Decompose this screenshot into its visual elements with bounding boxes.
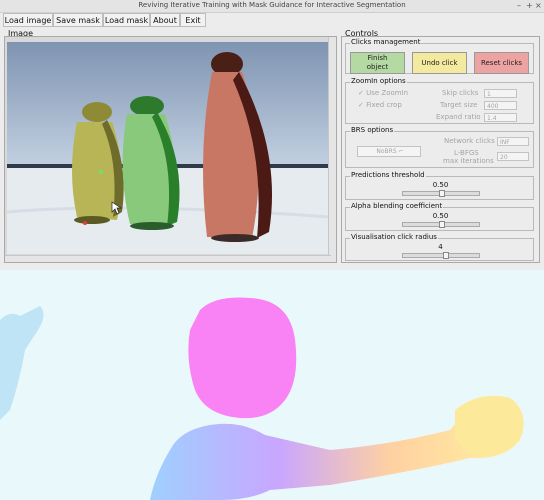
load-image-button[interactable]: Load image xyxy=(3,13,53,27)
about-button[interactable]: About xyxy=(150,13,180,27)
skip-clicks-input[interactable]: 1 xyxy=(484,89,517,98)
network-clicks-label: Network clicks xyxy=(444,137,495,145)
image-panel xyxy=(4,36,337,263)
zoomin-options-title: ZoomIn options xyxy=(350,77,407,85)
alpha-blending-title: Alpha blending coefficient xyxy=(350,202,444,210)
click-radius-group: Visualisation click radius 4 xyxy=(345,233,534,261)
predictions-threshold-group: Predictions threshold 0.50 xyxy=(345,171,534,200)
alpha-blending-value: 0.50 xyxy=(432,212,449,220)
menu-bar: Load image Save mask Load mask About Exi… xyxy=(0,13,544,28)
title-bar: Reviving Iterative Training with Mask Gu… xyxy=(0,0,544,13)
minimize-icon[interactable]: – xyxy=(517,1,521,10)
save-mask-button[interactable]: Save mask xyxy=(53,13,103,27)
horizontal-scrollbar[interactable] xyxy=(5,255,331,262)
brs-mode-select[interactable]: NoBRS ⌐ xyxy=(357,146,421,157)
segmentation-output-image xyxy=(0,270,544,500)
controls-panel: Clicks management Finish object Undo cli… xyxy=(341,36,540,263)
click-radius-slider[interactable] xyxy=(402,252,480,259)
image-canvas[interactable] xyxy=(7,42,329,254)
click-radius-value: 4 xyxy=(438,243,443,251)
expand-ratio-input[interactable]: 1.4 xyxy=(484,113,517,122)
brs-options-title: BRS options xyxy=(350,126,395,134)
slider-handle[interactable] xyxy=(442,252,449,259)
maximize-icon[interactable]: + xyxy=(526,1,533,10)
clicks-management-title: Clicks management xyxy=(350,38,422,46)
expand-ratio-label: Expand ratio xyxy=(436,113,481,121)
lbfgs-iterations-label: max iterations xyxy=(443,157,494,165)
slider-handle[interactable] xyxy=(439,221,445,228)
lbfgs-iterations-input[interactable]: 20 xyxy=(497,152,529,161)
reset-clicks-button[interactable]: Reset clicks xyxy=(474,52,529,74)
slider-handle[interactable] xyxy=(439,190,445,197)
skip-clicks-label: Skip clicks xyxy=(442,89,479,97)
target-size-input[interactable]: 400 xyxy=(484,101,517,110)
predictions-threshold-title: Predictions threshold xyxy=(350,171,426,179)
network-clicks-input[interactable]: INF xyxy=(497,137,529,146)
vertical-scrollbar[interactable] xyxy=(328,37,336,262)
window-title: Reviving Iterative Training with Mask Gu… xyxy=(138,1,406,9)
predictions-threshold-value: 0.50 xyxy=(432,181,449,189)
alpha-blending-group: Alpha blending coefficient 0.50 xyxy=(345,202,534,231)
app-window: Reviving Iterative Training with Mask Gu… xyxy=(0,0,544,270)
clicks-management-group: Clicks management Finish object Undo cli… xyxy=(345,38,534,74)
fixed-crop-checkbox[interactable]: ✓ Fixed crop xyxy=(358,101,402,109)
lbfgs-label: L-BFGS xyxy=(454,149,479,157)
target-size-label: Target size xyxy=(440,101,478,109)
alpha-blending-slider[interactable] xyxy=(402,221,480,228)
exit-button[interactable]: Exit xyxy=(180,13,206,27)
load-mask-button[interactable]: Load mask xyxy=(103,13,150,27)
zoomin-options-group: ZoomIn options ✓ Use ZoomIn ✓ Fixed crop… xyxy=(345,77,534,124)
close-icon[interactable]: × xyxy=(535,1,542,10)
predictions-threshold-slider[interactable] xyxy=(402,190,480,197)
finish-object-button[interactable]: Finish object xyxy=(350,52,405,74)
positive-click-marker xyxy=(99,170,103,174)
undo-click-button[interactable]: Undo click xyxy=(412,52,467,74)
click-radius-title: Visualisation click radius xyxy=(350,233,438,241)
brs-options-group: BRS options NoBRS ⌐ Network clicks INF L… xyxy=(345,126,534,168)
negative-click-marker xyxy=(83,221,87,225)
use-zoomin-checkbox[interactable]: ✓ Use ZoomIn xyxy=(358,89,408,97)
